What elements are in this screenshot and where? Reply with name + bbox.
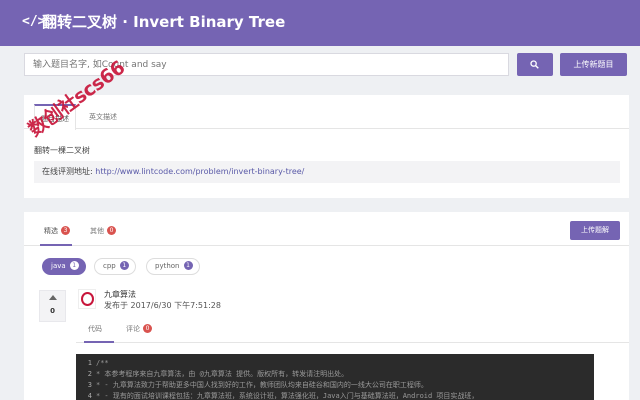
comments-count-badge: 0 [143,324,152,333]
tab-others-label: 其他 [90,227,104,235]
language-filter-cpp[interactable]: cpp 1 [94,258,136,275]
code-block: 1/** 2 * 本参考程序来自九章算法，由 @九章算法 提供。版权所有，转发请注… [76,354,594,400]
upload-answer-button[interactable]: 上传题解 [570,221,620,240]
code-line: 2 * 本参考程序来自九章算法，由 @九章算法 提供。版权所有，转发请注明出处。 [87,370,349,378]
code-line: 1/** [87,359,109,367]
search-button[interactable] [517,53,553,76]
page-title: 翻转二叉树 · Invert Binary Tree [42,13,286,31]
judge-link[interactable]: http://www.lintcode.com/problem/invert-b… [95,167,304,176]
language-filter-python[interactable]: python 1 [146,258,200,275]
active-tab-indicator [40,244,72,246]
tab-comments[interactable]: 评论 0 [126,324,152,334]
vote-box: 0 [39,290,66,322]
tab-others[interactable]: 其他 0 [90,226,116,236]
tab-featured-label: 精选 [44,227,58,235]
language-name: cpp [103,262,116,270]
judge-link-label: 在线评测地址: [42,167,96,176]
judge-link-box: 在线评测地址: http://www.lintcode.com/problem/… [34,161,620,183]
others-count-badge: 0 [107,226,116,235]
problem-description: 翻转一棵二叉树 [34,146,90,155]
active-subtab-indicator [84,341,114,343]
answers-card: 精选 3 其他 0 上传题解 java 1 cpp 1 python 1 0 九章算法 发… [24,212,629,400]
problem-card: 题目描述 英文描述 翻转一棵二叉树 在线评测地址: http://www.lin… [24,95,629,198]
language-count: 1 [183,261,193,270]
tab-comments-label: 评论 [126,325,140,333]
solution-tab-divider [76,342,629,343]
seal-logo-icon [81,292,94,306]
vote-count: 0 [50,307,55,315]
tab-featured[interactable]: 精选 3 [44,226,70,236]
upvote-arrow-icon[interactable] [49,295,57,300]
search-icon [530,60,539,69]
code-line: 4 * - 现有的面试培训课程包括：九章算法班，系统设计班，算法强化班，Java入… [87,392,479,400]
tab-english-description[interactable]: 英文描述 [82,104,124,130]
author-name[interactable]: 九章算法 [104,289,136,300]
code-line: 3 * - 九章算法致力于帮助更多中国人找到好的工作，教师团队均来自硅谷和国内的一… [87,381,428,389]
posted-time: 发布于 2017/6/30 下午7:51:28 [104,301,221,310]
language-name: java [51,262,66,270]
language-filter-java[interactable]: java 1 [42,258,86,275]
header-bar: </> 翻转二叉树 · Invert Binary Tree [0,0,640,46]
language-count: 1 [119,261,129,270]
language-name: python [155,262,180,270]
language-count: 1 [69,261,79,270]
upload-problem-button[interactable]: 上传新题目 [560,53,627,76]
answers-tab-divider [24,245,629,246]
featured-count-badge: 3 [61,226,70,235]
author-avatar[interactable] [78,289,96,309]
tab-code[interactable]: 代码 [88,324,102,334]
